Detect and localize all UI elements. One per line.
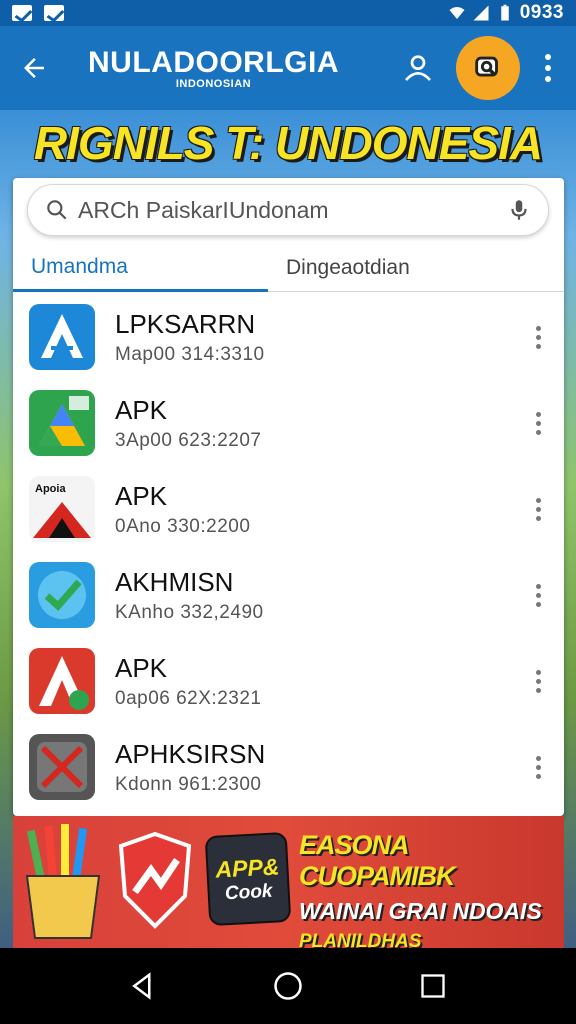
promo-line2: WAINAI GRAI NDOAIS bbox=[299, 898, 542, 924]
search-input[interactable] bbox=[78, 196, 506, 224]
dot-icon bbox=[545, 54, 551, 60]
app-meta: 0Ano 330:2200 bbox=[115, 515, 251, 537]
app-name: APK bbox=[115, 652, 168, 683]
a-logo-red-icon bbox=[29, 648, 95, 714]
tab-dingeaotdian[interactable]: Dingeaotdian bbox=[268, 244, 428, 292]
badge-line2: Cook bbox=[224, 880, 273, 904]
status-time: 0933 bbox=[519, 2, 564, 23]
item-menu-button[interactable] bbox=[528, 576, 548, 614]
search-icon bbox=[475, 56, 498, 77]
dot-icon bbox=[545, 65, 551, 71]
search-bar[interactable] bbox=[27, 184, 549, 236]
status-bar: 0933 bbox=[0, 0, 576, 26]
overflow-menu-button[interactable] bbox=[538, 48, 558, 88]
item-menu-button[interactable] bbox=[528, 318, 548, 356]
recents-square-icon bbox=[421, 974, 445, 998]
person-icon bbox=[405, 55, 431, 81]
app-meta: 3Ap00 623:2207 bbox=[115, 429, 262, 451]
wifi-icon bbox=[449, 7, 465, 19]
triangle-green-icon bbox=[29, 390, 95, 456]
app-title: NULADOORLGIA bbox=[88, 46, 339, 79]
promo-banner[interactable]: APP& Cook EASONA CUOPAMIBK WAINAI GRAI N… bbox=[13, 816, 564, 948]
back-button[interactable] bbox=[0, 26, 68, 110]
item-menu-button[interactable] bbox=[528, 404, 548, 442]
banner-headline: RIGNILS T: UNDONESIA bbox=[33, 117, 543, 169]
app-meta: 0ap06 62X:2321 bbox=[115, 687, 262, 709]
app-list: LPKSARRN Map00 314:3310 APK 3Ap00 623:22… bbox=[13, 294, 564, 810]
promo-line1: EASONA CUOPAMIBK bbox=[299, 830, 456, 891]
triangle-red-black-icon: Apoia bbox=[29, 476, 95, 542]
app-bar: NULADOORLGIA INDONOSIAN bbox=[0, 26, 576, 110]
shield-chart-icon bbox=[118, 831, 192, 929]
list-item[interactable]: APK 3Ap00 623:2207 bbox=[13, 380, 564, 466]
arrow-left-icon bbox=[24, 58, 44, 78]
list-item[interactable]: LPKSARRN Map00 314:3310 bbox=[13, 294, 564, 380]
app-meta: KAnho 332,2490 bbox=[115, 601, 264, 623]
item-menu-button[interactable] bbox=[528, 490, 548, 528]
tab-bar: Umandma Dingeaotdian bbox=[13, 244, 564, 292]
magnifier-icon bbox=[47, 200, 67, 220]
promo-line3: PLANILDHAS Glima0EKaac... bbox=[299, 931, 422, 948]
promo-text: EASONA CUOPAMIBK WAINAI GRAI NDOAIS PLAN… bbox=[299, 830, 561, 948]
dot-icon bbox=[545, 76, 551, 82]
checkmark-blue-icon bbox=[29, 562, 95, 628]
battery-icon bbox=[500, 4, 509, 21]
home-circle-icon bbox=[274, 972, 302, 1000]
back-triangle-icon bbox=[131, 972, 151, 1000]
list-item[interactable]: APHKSIRSN Kdonn 961:2300 bbox=[13, 724, 564, 810]
results-card: Umandma Dingeaotdian LPKSARRN Map00 314:… bbox=[13, 178, 564, 816]
item-menu-button[interactable] bbox=[528, 662, 548, 700]
app-name: APK bbox=[115, 480, 168, 511]
nav-recents-button[interactable] bbox=[413, 966, 453, 1006]
profile-button[interactable] bbox=[398, 48, 438, 88]
nav-home-button[interactable] bbox=[268, 966, 308, 1006]
app-brand: NULADOORLGIA INDONOSIAN bbox=[88, 46, 339, 90]
app-name: LPKSARRN bbox=[115, 308, 256, 339]
list-item[interactable]: APK 0ap06 62X:2321 bbox=[13, 638, 564, 724]
badge-line1: APP& bbox=[214, 852, 280, 883]
app-meta: Map00 314:3310 bbox=[115, 343, 265, 365]
item-menu-button[interactable] bbox=[528, 748, 548, 786]
a-logo-blue-icon bbox=[29, 304, 95, 370]
message-notification-icon bbox=[44, 5, 64, 21]
app-cook-badge: APP& Cook bbox=[204, 831, 292, 927]
search-fab-button[interactable] bbox=[456, 36, 520, 100]
list-item[interactable]: AKHMISN KAnho 332,2490 bbox=[13, 552, 564, 638]
app-icon-label: Apoia bbox=[35, 483, 66, 495]
app-subtitle: INDONOSIAN bbox=[175, 78, 252, 90]
app-name: APHKSIRSN bbox=[115, 738, 266, 769]
system-nav-bar bbox=[0, 948, 576, 1024]
app-name: AKHMISN bbox=[115, 566, 234, 597]
nav-back-button[interactable] bbox=[123, 966, 163, 1006]
tab-umandma[interactable]: Umandma bbox=[13, 244, 268, 292]
microphone-icon[interactable] bbox=[506, 197, 532, 223]
gmail-notification-icon bbox=[12, 5, 32, 21]
app-name: APK bbox=[115, 394, 168, 425]
list-item[interactable]: Apoia APK 0Ano 330:2200 bbox=[13, 466, 564, 552]
signal-icon bbox=[473, 5, 489, 21]
pencil-cup-icon bbox=[25, 824, 101, 939]
app-meta: Kdonn 961:2300 bbox=[115, 773, 262, 795]
crossed-out-icon bbox=[29, 734, 95, 800]
